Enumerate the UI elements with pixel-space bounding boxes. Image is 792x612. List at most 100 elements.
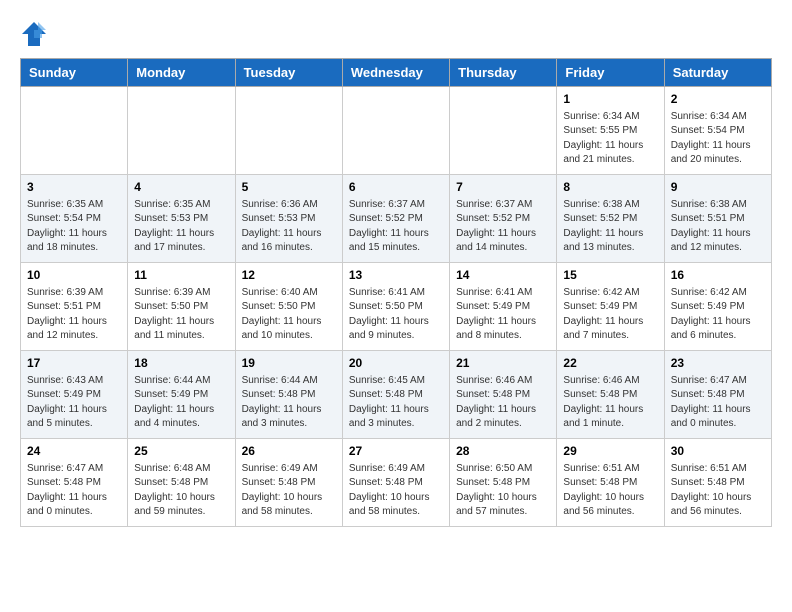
day-info: Sunrise: 6:43 AM Sunset: 5:49 PM Dayligh… <box>27 374 121 432</box>
day-info: Sunrise: 6:49 AM Sunset: 5:48 PM Dayligh… <box>349 462 443 520</box>
calendar-cell: 20 Sunrise: 6:45 AM Sunset: 5:48 PM Dayli… <box>342 351 449 439</box>
day-number: 30 <box>671 443 765 460</box>
calendar-cell: 11Sunrise: 6:39 AM Sunset: 5:50 PM Dayli… <box>128 263 235 351</box>
day-info: Sunrise: 6:35 AM Sunset: 5:53 PM Dayligh… <box>134 198 228 256</box>
calendar-cell <box>128 87 235 175</box>
day-number: 16 <box>671 267 765 284</box>
day-number: 24 <box>27 443 121 460</box>
calendar-cell: 10 Sunrise: 6:39 AM Sunset: 5:51 PM Dayli… <box>21 263 128 351</box>
day-number: 20 <box>349 355 443 372</box>
day-number: 11 <box>134 267 228 284</box>
day-info: Sunrise: 6:47 AM Sunset: 5:48 PM Dayligh… <box>671 374 765 432</box>
calendar-cell: 25Sunrise: 6:48 AM Sunset: 5:48 PM Dayli… <box>128 439 235 527</box>
day-info: Sunrise: 6:38 AM Sunset: 5:52 PM Dayligh… <box>563 198 657 256</box>
day-number: 23 <box>671 355 765 372</box>
calendar-cell: 14 Sunrise: 6:41 AM Sunset: 5:49 PM Dayli… <box>450 263 557 351</box>
day-number: 9 <box>671 179 765 196</box>
calendar-cell: 7 Sunrise: 6:37 AM Sunset: 5:52 PM Daylig… <box>450 175 557 263</box>
calendar-cell <box>21 87 128 175</box>
calendar-cell: 16 Sunrise: 6:42 AM Sunset: 5:49 PM Dayli… <box>664 263 771 351</box>
calendar-week-4: 17 Sunrise: 6:43 AM Sunset: 5:49 PM Dayli… <box>21 351 772 439</box>
day-number: 22 <box>563 355 657 372</box>
day-info: Sunrise: 6:46 AM Sunset: 5:48 PM Dayligh… <box>456 374 550 432</box>
calendar-cell <box>235 87 342 175</box>
calendar-cell: 17 Sunrise: 6:43 AM Sunset: 5:49 PM Dayli… <box>21 351 128 439</box>
day-number: 21 <box>456 355 550 372</box>
day-number: 3 <box>27 179 121 196</box>
day-number: 26 <box>242 443 336 460</box>
day-info: Sunrise: 6:51 AM Sunset: 5:48 PM Dayligh… <box>671 462 765 520</box>
day-info: Sunrise: 6:39 AM Sunset: 5:51 PM Dayligh… <box>27 286 121 344</box>
day-number: 13 <box>349 267 443 284</box>
calendar-cell: 29Sunrise: 6:51 AM Sunset: 5:48 PM Dayli… <box>557 439 664 527</box>
day-info: Sunrise: 6:40 AM Sunset: 5:50 PM Dayligh… <box>242 286 336 344</box>
day-number: 25 <box>134 443 228 460</box>
weekday-header-saturday: Saturday <box>664 59 771 87</box>
day-number: 14 <box>456 267 550 284</box>
day-number: 6 <box>349 179 443 196</box>
day-number: 1 <box>563 91 657 108</box>
day-info: Sunrise: 6:49 AM Sunset: 5:48 PM Dayligh… <box>242 462 336 520</box>
calendar-cell: 21 Sunrise: 6:46 AM Sunset: 5:48 PM Dayli… <box>450 351 557 439</box>
day-number: 10 <box>27 267 121 284</box>
weekday-header-sunday: Sunday <box>21 59 128 87</box>
calendar-cell <box>450 87 557 175</box>
calendar-cell: 13 Sunrise: 6:41 AM Sunset: 5:50 PM Dayli… <box>342 263 449 351</box>
day-info: Sunrise: 6:41 AM Sunset: 5:50 PM Dayligh… <box>349 286 443 344</box>
calendar-cell: 24 Sunrise: 6:47 AM Sunset: 5:48 PM Dayli… <box>21 439 128 527</box>
calendar-cell: 27 Sunrise: 6:49 AM Sunset: 5:48 PM Dayli… <box>342 439 449 527</box>
calendar-cell: 6 Sunrise: 6:37 AM Sunset: 5:52 PM Daylig… <box>342 175 449 263</box>
day-number: 8 <box>563 179 657 196</box>
calendar-table: SundayMondayTuesdayWednesdayThursdayFrid… <box>20 58 772 527</box>
calendar-cell: 2Sunrise: 6:34 AM Sunset: 5:54 PM Daylig… <box>664 87 771 175</box>
calendar-cell: 30 Sunrise: 6:51 AM Sunset: 5:48 PM Dayli… <box>664 439 771 527</box>
calendar-cell: 9 Sunrise: 6:38 AM Sunset: 5:51 PM Daylig… <box>664 175 771 263</box>
day-number: 2 <box>671 91 765 108</box>
calendar-cell: 4 Sunrise: 6:35 AM Sunset: 5:53 PM Daylig… <box>128 175 235 263</box>
calendar-cell: 28Sunrise: 6:50 AM Sunset: 5:48 PM Dayli… <box>450 439 557 527</box>
calendar-week-1: 1 Sunrise: 6:34 AM Sunset: 5:55 PM Daylig… <box>21 87 772 175</box>
weekday-header-wednesday: Wednesday <box>342 59 449 87</box>
day-number: 19 <box>242 355 336 372</box>
day-info: Sunrise: 6:42 AM Sunset: 5:49 PM Dayligh… <box>563 286 657 344</box>
calendar-cell: 15Sunrise: 6:42 AM Sunset: 5:49 PM Dayli… <box>557 263 664 351</box>
calendar-week-5: 24 Sunrise: 6:47 AM Sunset: 5:48 PM Dayli… <box>21 439 772 527</box>
calendar-body: 1 Sunrise: 6:34 AM Sunset: 5:55 PM Daylig… <box>21 87 772 527</box>
day-number: 4 <box>134 179 228 196</box>
day-info: Sunrise: 6:37 AM Sunset: 5:52 PM Dayligh… <box>456 198 550 256</box>
weekday-header-tuesday: Tuesday <box>235 59 342 87</box>
day-info: Sunrise: 6:44 AM Sunset: 5:49 PM Dayligh… <box>134 374 228 432</box>
day-info: Sunrise: 6:41 AM Sunset: 5:49 PM Dayligh… <box>456 286 550 344</box>
day-info: Sunrise: 6:35 AM Sunset: 5:54 PM Dayligh… <box>27 198 121 256</box>
calendar-cell: 18 Sunrise: 6:44 AM Sunset: 5:49 PM Dayli… <box>128 351 235 439</box>
calendar-week-3: 10 Sunrise: 6:39 AM Sunset: 5:51 PM Dayli… <box>21 263 772 351</box>
weekday-header-row: SundayMondayTuesdayWednesdayThursdayFrid… <box>21 59 772 87</box>
calendar-cell: 23 Sunrise: 6:47 AM Sunset: 5:48 PM Dayli… <box>664 351 771 439</box>
day-number: 27 <box>349 443 443 460</box>
logo <box>20 20 52 48</box>
calendar-cell: 5 Sunrise: 6:36 AM Sunset: 5:53 PM Daylig… <box>235 175 342 263</box>
day-info: Sunrise: 6:42 AM Sunset: 5:49 PM Dayligh… <box>671 286 765 344</box>
calendar-cell: 8 Sunrise: 6:38 AM Sunset: 5:52 PM Daylig… <box>557 175 664 263</box>
day-number: 7 <box>456 179 550 196</box>
calendar-cell: 22 Sunrise: 6:46 AM Sunset: 5:48 PM Dayli… <box>557 351 664 439</box>
day-number: 5 <box>242 179 336 196</box>
day-number: 17 <box>27 355 121 372</box>
calendar-cell: 3 Sunrise: 6:35 AM Sunset: 5:54 PM Daylig… <box>21 175 128 263</box>
day-info: Sunrise: 6:38 AM Sunset: 5:51 PM Dayligh… <box>671 198 765 256</box>
page-header <box>20 20 772 48</box>
day-info: Sunrise: 6:47 AM Sunset: 5:48 PM Dayligh… <box>27 462 121 520</box>
calendar-cell: 1 Sunrise: 6:34 AM Sunset: 5:55 PM Daylig… <box>557 87 664 175</box>
weekday-header-thursday: Thursday <box>450 59 557 87</box>
day-info: Sunrise: 6:34 AM Sunset: 5:55 PM Dayligh… <box>563 110 657 168</box>
day-info: Sunrise: 6:46 AM Sunset: 5:48 PM Dayligh… <box>563 374 657 432</box>
calendar-cell <box>342 87 449 175</box>
day-info: Sunrise: 6:51 AM Sunset: 5:48 PM Dayligh… <box>563 462 657 520</box>
day-number: 18 <box>134 355 228 372</box>
day-info: Sunrise: 6:37 AM Sunset: 5:52 PM Dayligh… <box>349 198 443 256</box>
day-number: 12 <box>242 267 336 284</box>
calendar-week-2: 3 Sunrise: 6:35 AM Sunset: 5:54 PM Daylig… <box>21 175 772 263</box>
day-info: Sunrise: 6:36 AM Sunset: 5:53 PM Dayligh… <box>242 198 336 256</box>
day-info: Sunrise: 6:45 AM Sunset: 5:48 PM Dayligh… <box>349 374 443 432</box>
day-info: Sunrise: 6:50 AM Sunset: 5:48 PM Dayligh… <box>456 462 550 520</box>
